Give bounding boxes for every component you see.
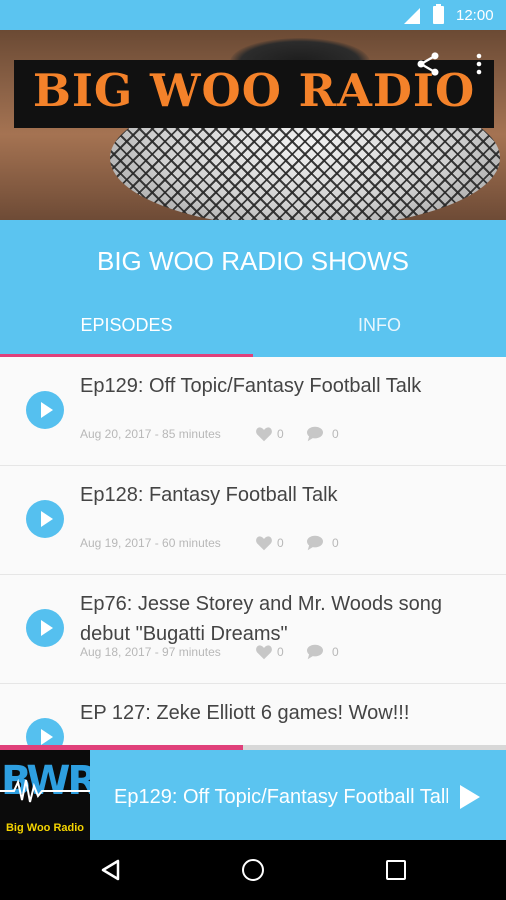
comment-icon[interactable] bbox=[306, 535, 324, 551]
like-count: 0 bbox=[277, 645, 284, 659]
comment-count: 0 bbox=[332, 427, 339, 441]
comment-icon[interactable] bbox=[306, 426, 324, 442]
battery-icon bbox=[433, 4, 444, 24]
tab-episodes-label: EPISODES bbox=[80, 315, 173, 335]
now-playing-bar[interactable]: BWR Big Woo Radio Ep129: Off Topic/Fanta… bbox=[0, 750, 506, 840]
home-icon[interactable] bbox=[242, 859, 264, 881]
show-header: BIG WOO RADIO SHOWS EPISODES INFO bbox=[0, 220, 506, 357]
episode-item[interactable]: Ep128: Fantasy Football Talk Aug 19, 201… bbox=[0, 466, 506, 575]
comment-icon[interactable] bbox=[306, 644, 324, 660]
player-play-button[interactable] bbox=[460, 785, 480, 809]
heart-icon[interactable] bbox=[255, 535, 273, 551]
episode-meta: Aug 19, 2017 - 60 minutes bbox=[80, 536, 221, 550]
tab-episodes[interactable]: EPISODES bbox=[0, 312, 253, 357]
comment-count: 0 bbox=[332, 645, 339, 659]
recents-icon[interactable] bbox=[386, 860, 406, 880]
more-vert-icon[interactable] bbox=[474, 52, 484, 76]
heart-icon[interactable] bbox=[255, 644, 273, 660]
episode-meta: Aug 18, 2017 - 97 minutes bbox=[80, 645, 221, 659]
artwork-waveform bbox=[0, 778, 90, 803]
like-count: 0 bbox=[277, 536, 284, 550]
heart-icon[interactable] bbox=[255, 426, 273, 442]
comment-count: 0 bbox=[332, 536, 339, 550]
episode-title: EP 127: Zeke Elliott 6 games! Wow!!! bbox=[80, 702, 410, 724]
status-time: 12:00 bbox=[456, 7, 494, 24]
episode-list[interactable]: Ep129: Off Topic/Fantasy Football Talk A… bbox=[0, 357, 506, 751]
tab-info-label: INFO bbox=[358, 315, 401, 335]
play-button[interactable] bbox=[26, 609, 64, 647]
episode-item[interactable]: EP 127: Zeke Elliott 6 games! Wow!!! bbox=[0, 684, 506, 751]
episode-title: Ep128: Fantasy Football Talk bbox=[80, 484, 338, 506]
artwork-caption: Big Woo Radio bbox=[0, 822, 90, 834]
episode-item[interactable]: Ep129: Off Topic/Fantasy Football Talk A… bbox=[0, 357, 506, 466]
navigation-bar bbox=[0, 840, 506, 900]
play-button[interactable] bbox=[26, 391, 64, 429]
episode-title: Ep76: Jesse Storey and Mr. Woods song de… bbox=[80, 593, 443, 645]
now-playing-title: Ep129: Off Topic/Fantasy Football Talk bbox=[114, 786, 448, 808]
signal-icon bbox=[404, 8, 420, 24]
episode-meta: Aug 20, 2017 - 85 minutes bbox=[80, 427, 221, 441]
episode-item[interactable]: Ep76: Jesse Storey and Mr. Woods song de… bbox=[0, 575, 506, 684]
back-icon[interactable] bbox=[100, 859, 122, 881]
podcast-artwork: BWR Big Woo Radio bbox=[0, 750, 90, 840]
like-count: 0 bbox=[277, 427, 284, 441]
header-image: BIG WOO RADIO bbox=[0, 30, 506, 220]
play-button[interactable] bbox=[26, 500, 64, 538]
status-bar: 12:00 bbox=[0, 0, 506, 30]
show-title: BIG WOO RADIO SHOWS bbox=[96, 246, 409, 276]
episode-title: Ep129: Off Topic/Fantasy Football Talk bbox=[80, 375, 422, 397]
share-icon[interactable] bbox=[414, 50, 442, 78]
tab-info[interactable]: INFO bbox=[253, 312, 506, 357]
